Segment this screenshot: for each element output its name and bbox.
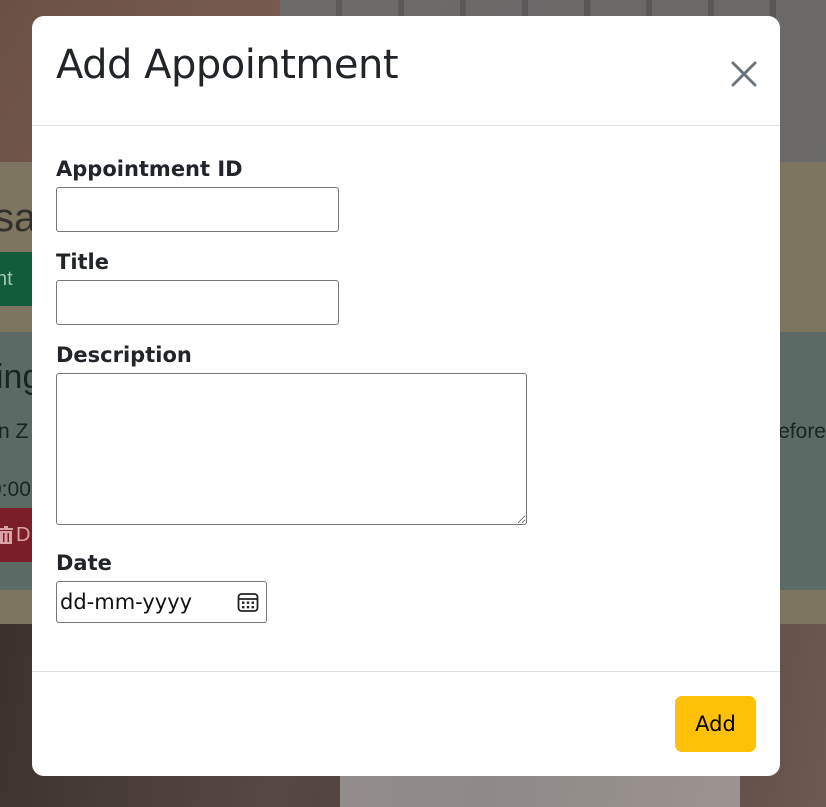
background-button-label: D [16,524,31,546]
modal-title: Add Appointment [56,42,399,88]
background-button-label: nt [0,268,13,290]
background-card-text-end: efore [778,420,826,443]
appointment-id-input[interactable] [56,187,339,232]
background-card-text: n Z [0,420,29,443]
modal-header: Add Appointment [32,16,780,126]
background-heading: sa [0,196,37,240]
appointment-id-label: Appointment ID [56,157,243,181]
date-label: Date [56,551,112,575]
title-label: Title [56,250,110,274]
title-input[interactable] [56,280,339,325]
modal-footer: Add [32,671,780,776]
date-placeholder: dd-mm-yyyy [60,590,193,614]
background-card-time: 0:00 [0,478,31,501]
add-button[interactable]: Add [675,696,756,752]
date-input[interactable]: dd-mm-yyyy [56,581,267,623]
description-textarea[interactable] [56,373,527,525]
close-icon[interactable] [724,54,764,94]
modal-body: Appointment ID Title Description Date dd… [32,127,780,671]
description-label: Description [56,343,192,367]
add-appointment-modal: Add Appointment Appointment ID Title Des… [32,16,780,776]
trash-icon [0,526,13,544]
calendar-icon[interactable] [237,591,259,613]
